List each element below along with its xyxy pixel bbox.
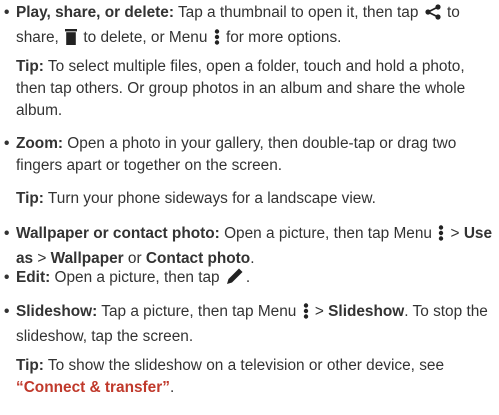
- bullet-marker: •: [4, 4, 10, 21]
- tip-text: Turn your phone sideways for a landscape…: [43, 190, 376, 207]
- separator: >: [446, 225, 464, 242]
- bullet-marker: •: [4, 225, 10, 242]
- bullet-text: or: [123, 250, 146, 267]
- menu-icon: [438, 225, 444, 248]
- tip-text: .: [169, 379, 175, 396]
- bullet-zoom: • Zoom: Open a photo in your gallery, th…: [2, 133, 498, 177]
- bullet-wallpaper-contact: • Wallpaper or contact photo: Open a pic…: [2, 223, 498, 270]
- bullet-marker: •: [4, 135, 10, 152]
- bullet-text: Open a picture, then tap Menu: [219, 225, 437, 242]
- option-wallpaper: Wallpaper: [50, 250, 124, 267]
- trash-icon: [65, 29, 78, 52]
- tip-label: Tip:: [16, 58, 44, 75]
- separator: >: [33, 250, 51, 267]
- tip-label: Tip:: [16, 190, 44, 207]
- bullet-text: to delete, or Menu: [79, 29, 212, 46]
- pencil-icon: [226, 267, 244, 292]
- menu-icon: [214, 29, 220, 52]
- bullet-edit: • Edit: Open a picture, then tap .: [2, 267, 498, 292]
- bullet-title: Wallpaper or contact photo:: [16, 225, 220, 242]
- bullet-text: Open a photo in your gallery, then doubl…: [16, 135, 457, 174]
- menu-icon: [303, 303, 309, 326]
- share-icon: [425, 4, 441, 27]
- bullet-slideshow: • Slideshow: Tap a picture, then tap Men…: [2, 301, 498, 348]
- bullet-play-share-delete: • Play, share, or delete: Tap a thumbnai…: [2, 2, 498, 52]
- tip-landscape: Tip: Turn your phone sideways for a land…: [16, 188, 498, 210]
- bullet-title: Edit:: [16, 269, 51, 286]
- bullet-title: Play, share, or delete:: [16, 4, 174, 21]
- bullet-text: Open a picture, then tap: [50, 269, 224, 286]
- tip-text: To show the slideshow on a television or…: [43, 357, 445, 374]
- bullet-title: Slideshow:: [16, 303, 98, 320]
- option-contact-photo: Contact photo: [145, 250, 251, 267]
- bullet-marker: •: [4, 269, 10, 286]
- link-connect-transfer[interactable]: “Connect & transfer”: [16, 379, 170, 396]
- bullet-marker: •: [4, 303, 10, 320]
- bullet-title: Zoom:: [16, 135, 64, 152]
- tip-label: Tip:: [16, 357, 44, 374]
- tip-text: To select multiple files, open a folder,…: [16, 58, 466, 119]
- bullet-text: .: [245, 269, 251, 286]
- bullet-text: Tap a thumbnail to open it, then tap: [173, 4, 423, 21]
- option-slideshow: Slideshow: [328, 303, 405, 320]
- bullet-text: .: [250, 250, 255, 267]
- separator: >: [310, 303, 329, 320]
- bullet-text: Tap a picture, then tap Menu: [97, 303, 301, 320]
- tip-tv-slideshow: Tip: To show the slideshow on a televisi…: [16, 355, 498, 399]
- tip-select-multiple: Tip: To select multiple files, open a fo…: [16, 56, 498, 122]
- help-page: • Play, share, or delete: Tap a thumbnai…: [0, 0, 499, 415]
- bullet-text: for more options.: [221, 29, 342, 46]
